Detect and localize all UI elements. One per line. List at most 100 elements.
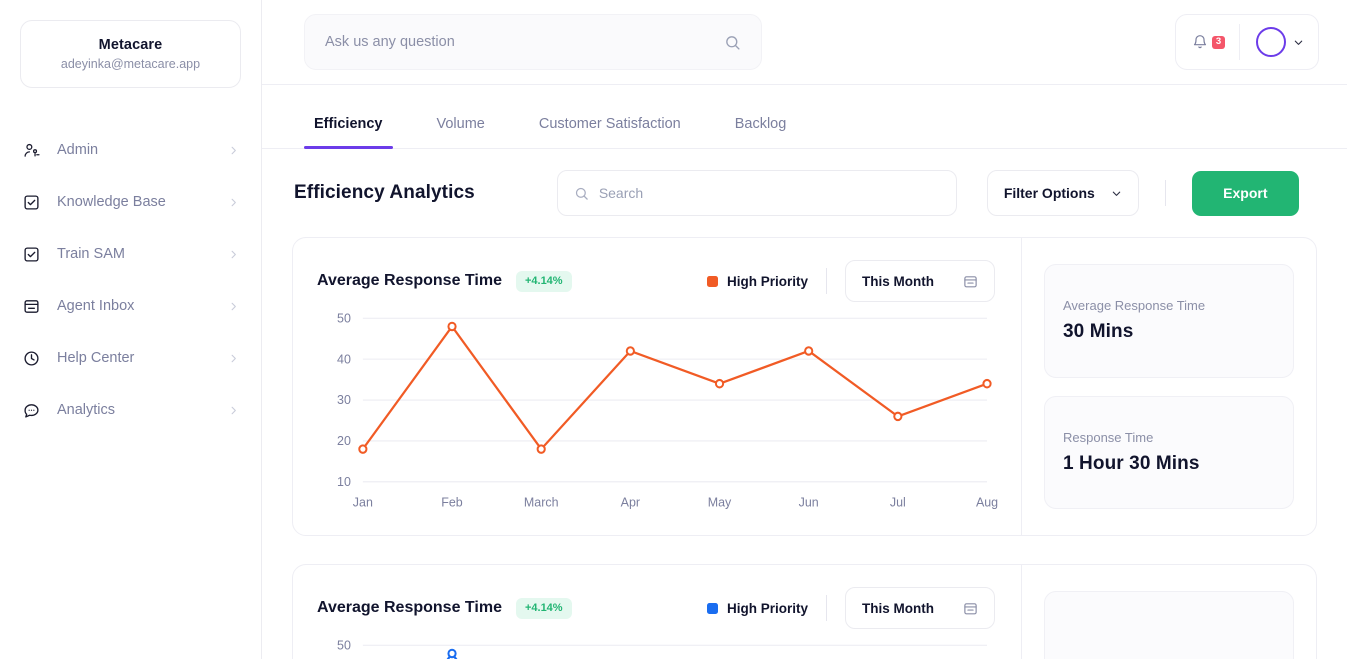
chart-panel: Average Response Time +4.14% High Priori… <box>293 238 1021 535</box>
header-divider <box>826 268 827 294</box>
svg-text:20: 20 <box>337 434 351 448</box>
line-chart-2: 1020304050JanFebMarchAprMayJunJulAug <box>317 637 995 659</box>
user-pill: 3 <box>1175 14 1319 70</box>
tab-efficiency[interactable]: Efficiency <box>304 116 393 149</box>
chart-stats-panel: Average Response Time 30 Mins Response T… <box>1021 238 1316 535</box>
delta-badge: +4.14% <box>515 270 572 292</box>
chevron-right-icon <box>228 301 239 312</box>
sidebar-item-knowledge-base[interactable]: Knowledge Base <box>0 176 261 228</box>
ask-question-input[interactable] <box>325 34 724 50</box>
chart-header-right: High Priority This Month <box>706 260 995 302</box>
line-chart-1: 10 20 30 40 50 Jan Feb March Apr May Jun Jul Aug <box>317 310 998 517</box>
chevron-right-icon <box>228 145 239 156</box>
content-area: Efficiency Analytics Filter Options <box>262 149 1347 659</box>
legend-label: High Priority <box>726 273 808 289</box>
svg-text:Jul: Jul <box>890 495 906 509</box>
period-dropdown[interactable]: This Month <box>845 587 995 629</box>
filter-options-label: Filter Options <box>1003 185 1095 201</box>
search-icon[interactable] <box>724 34 741 51</box>
chevron-right-icon <box>228 405 239 416</box>
sidebar-item-train-sam[interactable]: Train SAM <box>0 228 261 280</box>
checkbox-icon <box>20 243 42 265</box>
clock-icon <box>20 347 42 369</box>
svg-text:Apr: Apr <box>621 495 641 509</box>
stat-card: Response Time 1 Hour 30 Mins <box>1044 395 1294 509</box>
inbox-icon <box>20 295 42 317</box>
tab-bar: Efficiency Volume Customer Satisfaction … <box>262 85 1347 149</box>
chart-svg: 1020304050JanFebMarchAprMayJunJulAug <box>337 311 998 509</box>
sidebar-item-analytics[interactable]: Analytics <box>0 384 261 436</box>
chevron-right-icon <box>228 197 239 208</box>
sidebar-item-label: Help Center <box>57 350 135 366</box>
period-label: This Month <box>862 273 934 289</box>
main-area: 3 Efficiency Volume Customer Satisfactio… <box>262 0 1347 659</box>
header-divider <box>826 595 827 621</box>
tab-customer-satisfaction[interactable]: Customer Satisfaction <box>529 116 691 148</box>
chart-stats-panel: Average Response Time <box>1021 565 1316 659</box>
sidebar-item-admin[interactable]: Admin <box>0 124 261 176</box>
sidebar-item-help-center[interactable]: Help Center <box>0 332 261 384</box>
svg-text:Aug: Aug <box>976 495 998 509</box>
page-title: Efficiency Analytics <box>294 182 475 203</box>
chart-svg: 1020304050JanFebMarchAprMayJunJulAug <box>337 638 988 659</box>
svg-text:10: 10 <box>337 475 351 489</box>
chart-legend: High Priority <box>706 600 808 616</box>
bell-icon <box>1192 34 1208 50</box>
chart-panel: Average Response Time +4.14% High Priori… <box>293 565 1021 659</box>
sidebar-item-label: Knowledge Base <box>57 194 166 210</box>
chart-header-right: High Priority This Month <box>706 587 995 629</box>
chart-card-2: Average Response Time +4.14% High Priori… <box>292 564 1317 659</box>
svg-text:March: March <box>524 495 559 509</box>
svg-text:Jun: Jun <box>799 495 819 509</box>
legend-swatch <box>706 602 718 614</box>
analytics-toolbar: Efficiency Analytics Filter Options <box>292 149 1317 237</box>
notification-badge: 3 <box>1212 35 1225 49</box>
chevron-right-icon <box>228 249 239 260</box>
svg-text:50: 50 <box>337 638 351 652</box>
svg-text:Feb: Feb <box>441 495 462 509</box>
stat-card: Average Response Time <box>1044 591 1294 659</box>
search-icon <box>574 186 589 201</box>
sidebar-item-label: Admin <box>57 142 99 158</box>
chevron-down-icon <box>1111 188 1122 199</box>
tab-volume[interactable]: Volume <box>427 116 495 148</box>
chart-card-1: Average Response Time +4.14% High Priori… <box>292 237 1317 536</box>
sidebar-item-label: Train SAM <box>57 246 125 262</box>
sidebar-item-label: Analytics <box>57 402 116 418</box>
notifications-button[interactable]: 3 <box>1176 15 1239 69</box>
legend-label: High Priority <box>726 600 808 616</box>
filter-options-dropdown[interactable]: Filter Options <box>986 170 1139 216</box>
app-root: Metacare adeyinka@metacare.app Admin Kno… <box>0 0 1347 659</box>
calendar-icon <box>963 601 978 616</box>
chart-title: Average Response Time <box>317 272 502 289</box>
sidebar: Metacare adeyinka@metacare.app Admin Kno… <box>0 0 262 659</box>
toolbar-divider <box>1164 180 1166 206</box>
legend-swatch <box>706 275 718 287</box>
user-settings-icon <box>20 139 42 161</box>
chart-legend: High Priority <box>706 273 808 289</box>
svg-text:Jan: Jan <box>353 495 373 509</box>
chevron-right-icon <box>228 353 239 364</box>
user-menu-button[interactable] <box>1240 27 1318 57</box>
chart-header: Average Response Time +4.14% High Priori… <box>317 587 995 629</box>
search-input[interactable] <box>598 185 940 201</box>
chart-header: Average Response Time +4.14% High Priori… <box>317 260 995 302</box>
chart-title: Average Response Time <box>317 599 502 616</box>
brand-email: adeyinka@metacare.app <box>60 57 201 71</box>
tab-backlog[interactable]: Backlog <box>725 116 797 148</box>
period-dropdown[interactable]: This Month <box>845 260 995 302</box>
delta-badge: +4.14% <box>515 597 572 619</box>
avatar <box>1256 27 1286 57</box>
chevron-down-icon <box>1293 37 1304 48</box>
stat-label: Average Response Time <box>1063 298 1206 314</box>
search-box[interactable] <box>556 170 957 216</box>
period-label: This Month <box>862 600 934 616</box>
topbar: 3 <box>262 0 1347 85</box>
brand-card[interactable]: Metacare adeyinka@metacare.app <box>20 20 241 88</box>
sidebar-nav: Admin Knowledge Base Train SAM Agent Inb… <box>0 124 261 436</box>
calendar-icon <box>963 274 978 289</box>
ask-question-box[interactable] <box>304 14 762 70</box>
export-button[interactable]: Export <box>1191 170 1299 216</box>
sidebar-item-agent-inbox[interactable]: Agent Inbox <box>0 280 261 332</box>
svg-text:30: 30 <box>337 393 351 407</box>
